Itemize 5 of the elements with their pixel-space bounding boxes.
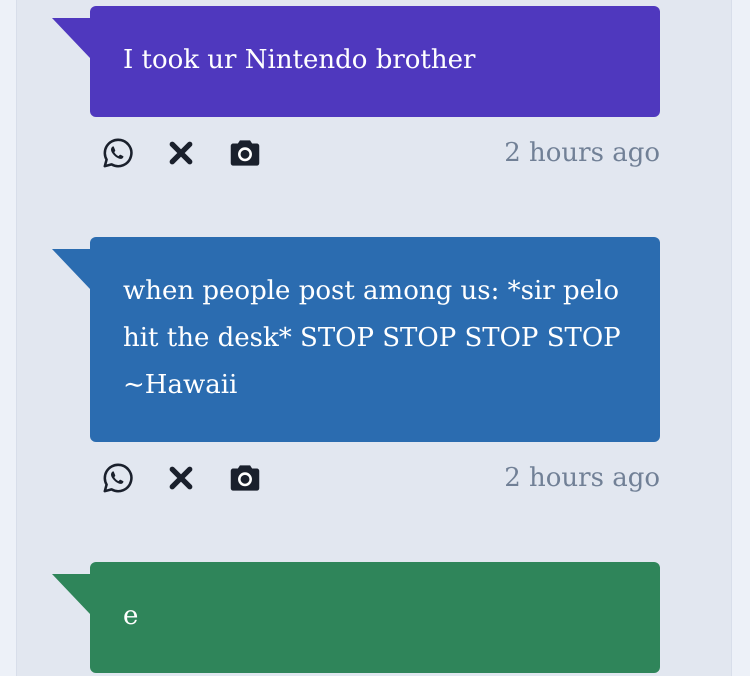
timestamp: 2 hours ago bbox=[504, 463, 660, 493]
message-text: when people post among us: *sir pelo hit the desk* STOP STOP STOP STOP ~Hawaii bbox=[123, 275, 622, 402]
timestamp: 2 hours ago bbox=[504, 138, 660, 168]
message-text: e bbox=[123, 600, 140, 633]
message-text: I took ur Nintendo brother bbox=[123, 44, 476, 77]
